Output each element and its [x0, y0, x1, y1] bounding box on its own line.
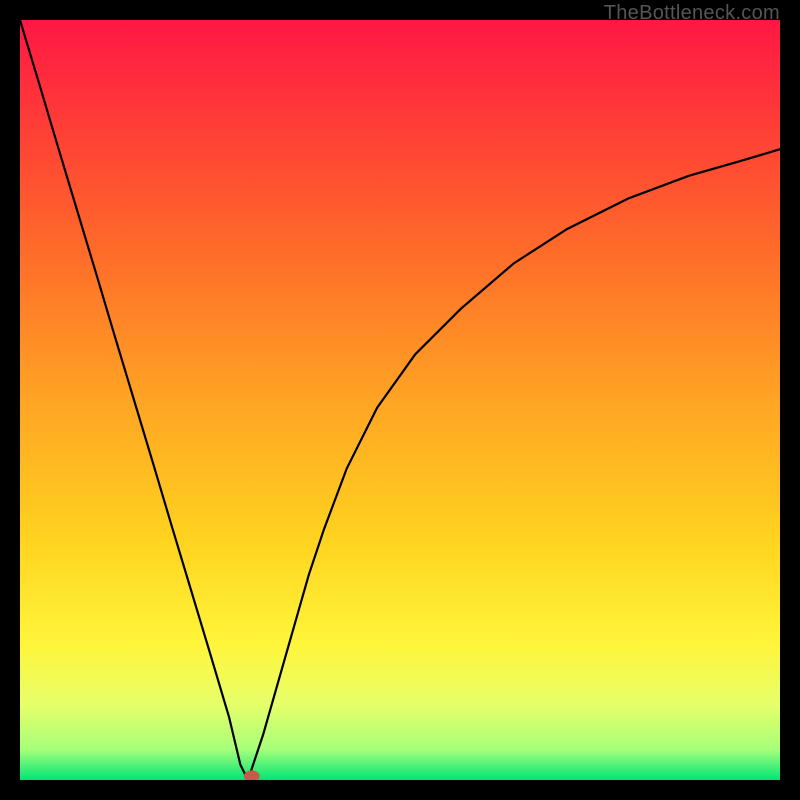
chart-svg	[20, 20, 780, 780]
watermark-text: TheBottleneck.com	[604, 2, 780, 25]
plot-area	[20, 20, 780, 780]
chart-frame: TheBottleneck.com	[0, 0, 800, 800]
